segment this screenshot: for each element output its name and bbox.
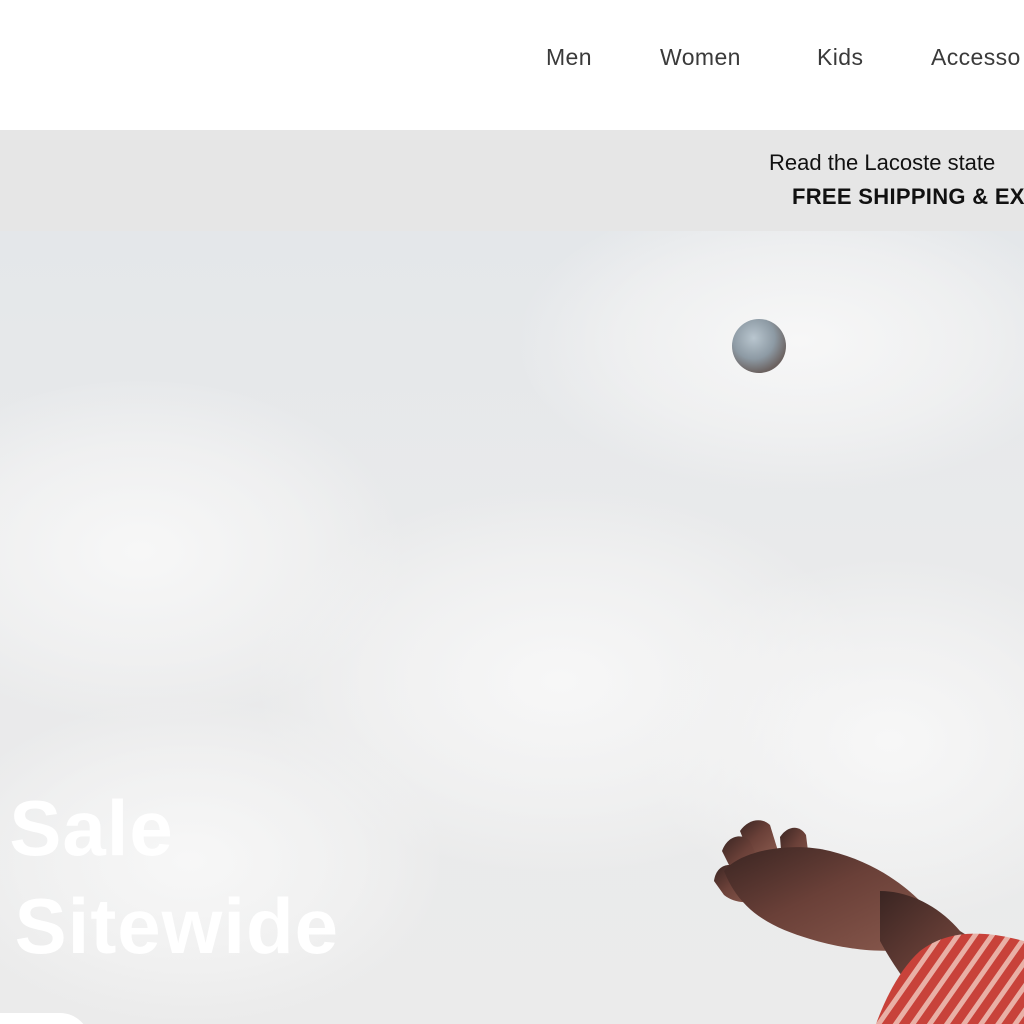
tennis-ball-icon bbox=[732, 319, 786, 373]
hero-banner[interactable]: g Sale ff Sitewide bbox=[0, 231, 1024, 1024]
hand-image bbox=[714, 820, 1024, 1024]
nav-item-kids[interactable]: Kids bbox=[817, 44, 863, 71]
announcement-statement-link[interactable]: Read the Lacoste state bbox=[769, 150, 995, 176]
page: Men Women Kids Accesso Read the Lacoste … bbox=[0, 0, 1024, 1024]
nav-item-women[interactable]: Women bbox=[660, 44, 741, 71]
announcement-free-shipping: FREE SHIPPING & EX bbox=[792, 184, 1024, 209]
nav-item-men[interactable]: Men bbox=[546, 44, 592, 71]
hero-shop-button[interactable] bbox=[0, 1013, 90, 1024]
site-header: Men Women Kids Accesso bbox=[0, 0, 1024, 130]
hero-title-line-2: ff Sitewide bbox=[0, 882, 340, 970]
announcement-bar: Read the Lacoste state FREE SHIPPING & E… bbox=[0, 130, 1024, 231]
nav-item-accessories[interactable]: Accesso bbox=[931, 44, 1021, 71]
hero-title-line-1: g Sale bbox=[0, 784, 174, 872]
